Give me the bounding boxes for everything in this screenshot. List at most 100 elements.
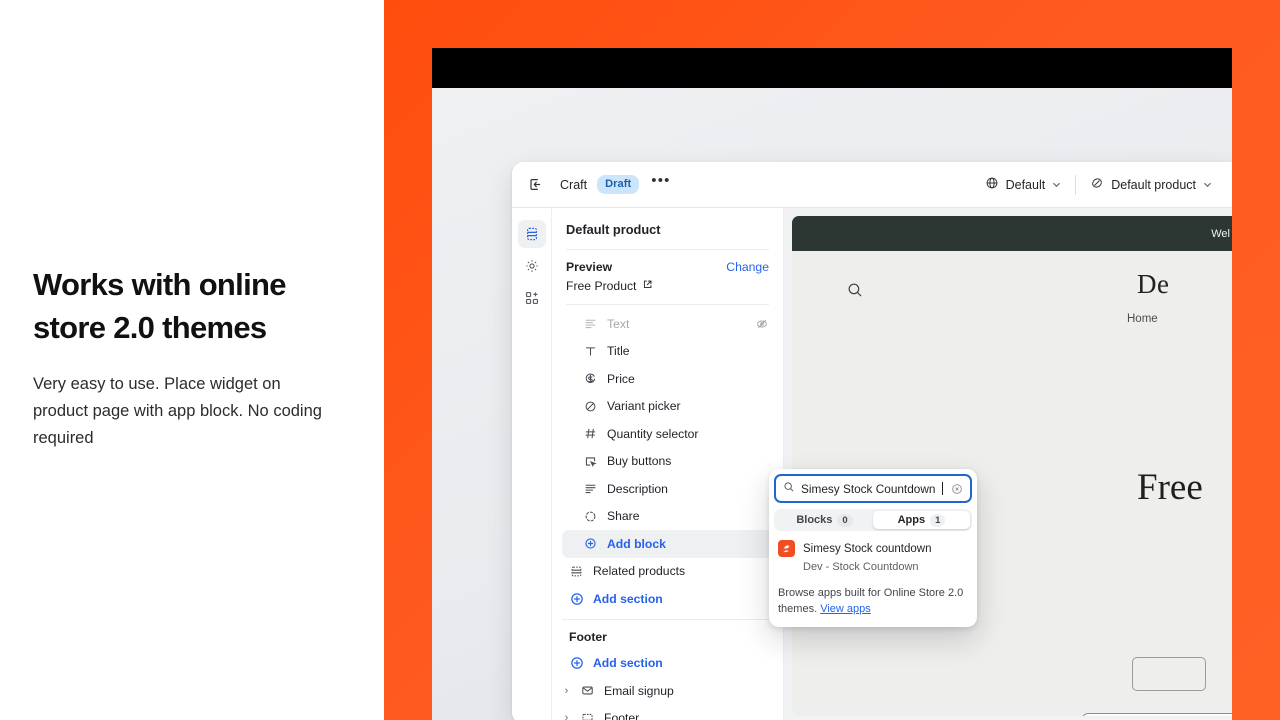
list-item-label: Description (607, 481, 668, 496)
editor-rail (512, 208, 552, 720)
list-item[interactable]: Share (562, 503, 775, 531)
list-item-label: Footer (604, 711, 640, 720)
announcement-text: Wel (1211, 227, 1230, 240)
preview-label: Preview (566, 260, 613, 274)
divider (566, 249, 769, 250)
tab-apps-count: 1 (930, 513, 946, 527)
quantity-stepper[interactable] (1132, 657, 1206, 691)
storefront-preview[interactable]: Wel De Home Free (792, 216, 1232, 716)
view-apps-link[interactable]: View apps (820, 603, 871, 615)
marketing-panel: Works with online store 2.0 themes Very … (0, 0, 384, 720)
block-list: Text Title Price Variant picker Quantity… (552, 305, 783, 720)
tab-blocks-label: Blocks (796, 514, 833, 526)
list-item-label: Variant picker (607, 399, 681, 414)
eye-off-icon[interactable] (756, 318, 768, 330)
search-icon (783, 480, 795, 498)
add-block-label: Add block (607, 536, 666, 551)
list-item[interactable]: Text (562, 310, 775, 338)
theme-name[interactable]: Craft (560, 178, 587, 192)
add-to-cart-button[interactable] (1082, 713, 1232, 716)
chevron-right-icon[interactable]: › (562, 712, 571, 720)
list-item[interactable]: Price (562, 365, 775, 393)
list-item-label: Text (607, 316, 630, 331)
search-input[interactable]: Simesy Stock Countdown (774, 474, 972, 503)
title-icon (583, 345, 598, 358)
locale-label: Default (1005, 177, 1046, 192)
list-item-label: Email signup (604, 683, 674, 698)
add-section-button[interactable]: Add section (562, 585, 775, 613)
product-title: Free (1137, 467, 1203, 508)
exit-icon[interactable] (522, 172, 548, 198)
buy-button-icon (583, 455, 598, 468)
app-result-item[interactable]: Simesy Stock countdown Dev - Stock Count… (774, 539, 972, 575)
sidebar-item-apps[interactable] (518, 284, 546, 312)
sections-icon (569, 565, 584, 578)
chevron-down-icon (1204, 183, 1211, 188)
more-options-button[interactable]: ••• (651, 173, 670, 191)
locale-selector[interactable]: Default (985, 176, 1062, 193)
template-label: Default product (1111, 177, 1196, 192)
list-item[interactable]: Title (562, 338, 775, 366)
sidebar-header: Default product Preview Change Free Prod… (552, 208, 783, 305)
preview-product-label: Free Product (566, 279, 637, 293)
list-item[interactable]: › Footer (562, 705, 775, 720)
list-item[interactable]: Description (562, 475, 775, 503)
chevron-down-icon (1053, 183, 1061, 188)
footer-add-section-button[interactable]: Add section (562, 650, 775, 678)
editor-topbar: Craft Draft ••• Default Default product (512, 162, 1232, 208)
sidebar-item-theme-settings[interactable] (518, 252, 546, 280)
search-input-value: Simesy Stock Countdown (801, 481, 936, 496)
variant-picker-icon (583, 400, 598, 413)
footer-group-title: Footer (569, 629, 607, 644)
list-item[interactable]: Related products (562, 558, 775, 586)
storefront-header: De Home (792, 251, 1232, 343)
list-item[interactable]: Quantity selector (562, 420, 775, 448)
page-title: Default product (566, 222, 661, 237)
headline: Works with online store 2.0 themes (33, 267, 286, 345)
email-icon (580, 684, 595, 697)
status-badge: Draft (597, 175, 640, 194)
preview-pane: Wel De Home Free (784, 208, 1232, 720)
divider (562, 618, 775, 620)
clear-circle-icon[interactable] (951, 483, 963, 495)
tab-blocks-count: 0 (837, 513, 853, 527)
list-item-label: Share (607, 509, 640, 524)
share-icon (583, 510, 598, 523)
tab-apps[interactable]: Apps 1 (873, 511, 970, 529)
footer-add-section-label: Add section (593, 656, 663, 671)
plus-circle-icon (569, 592, 584, 606)
search-icon[interactable] (846, 281, 864, 304)
add-block-button[interactable]: Add block (562, 530, 775, 558)
plus-circle-icon (569, 656, 584, 670)
description-icon (583, 482, 598, 495)
tag-icon (1090, 176, 1104, 193)
topbar-divider (1075, 174, 1077, 195)
globe-icon (985, 176, 999, 193)
hash-icon (583, 427, 598, 440)
breadcrumb: Home (1127, 313, 1158, 325)
chevron-right-icon[interactable]: › (562, 685, 571, 697)
result-tabs: Blocks 0 Apps 1 (774, 509, 972, 531)
list-item[interactable]: Variant picker (562, 393, 775, 421)
store-name: De (1137, 269, 1170, 299)
add-block-search-popover: Simesy Stock Countdown Blocks 0 Apps 1 S… (769, 469, 977, 627)
tab-blocks[interactable]: Blocks 0 (776, 511, 873, 529)
browser-chrome-bar (432, 48, 1232, 88)
template-selector[interactable]: Default product (1090, 176, 1212, 193)
simesy-app-icon (778, 540, 795, 557)
theme-editor: Craft Draft ••• Default Default product … (512, 162, 1232, 720)
preview-row: Preview Change (566, 260, 769, 274)
list-item-label: Title (607, 344, 630, 359)
plus-circle-icon (583, 537, 598, 550)
add-section-label: Add section (593, 591, 663, 606)
list-item[interactable]: Buy buttons (562, 448, 775, 476)
list-item-label: Related products (593, 564, 686, 579)
sidebar-item-sections[interactable] (517, 220, 546, 248)
change-preview-link[interactable]: Change (726, 260, 769, 274)
footer-icon (580, 712, 595, 720)
preview-product-row[interactable]: Free Product (566, 279, 769, 293)
tab-apps-label: Apps (897, 514, 926, 526)
list-item[interactable]: › Email signup (562, 677, 775, 705)
editor-sidebar: Default product Preview Change Free Prod… (552, 208, 784, 720)
list-item-label: Price (607, 371, 635, 386)
